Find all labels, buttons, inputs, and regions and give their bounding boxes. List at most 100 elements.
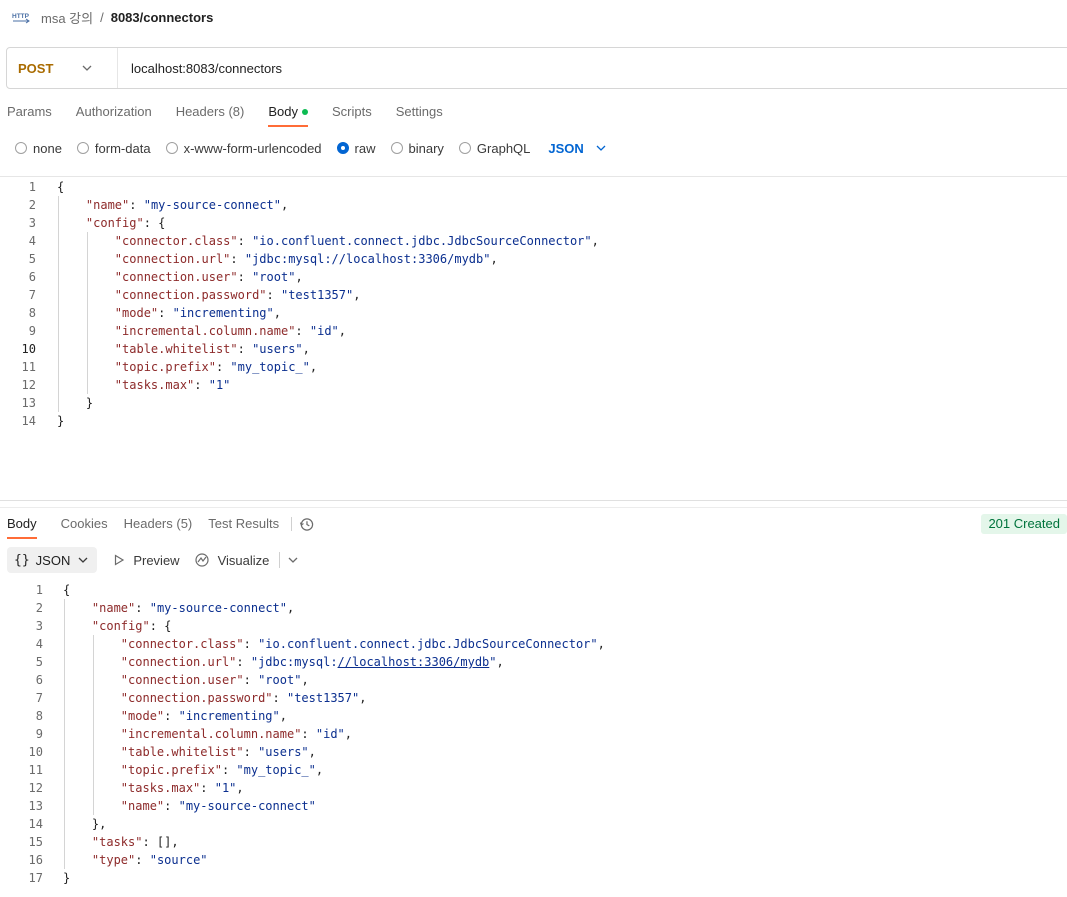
code-text: "connection.url": "jdbc:mysql://localhos… xyxy=(114,252,498,266)
line-number: 5 xyxy=(28,252,36,266)
tab-body[interactable]: Body xyxy=(268,97,308,127)
chevron-down-icon[interactable] xyxy=(286,553,300,567)
radio-x-www-form-urlencoded[interactable]: x-www-form-urlencoded xyxy=(165,140,322,156)
code-text: "connection.url": "jdbc:mysql://localhos… xyxy=(120,655,504,669)
code-line: 7 "connection.password": "test1357", xyxy=(0,286,1067,304)
request-url-bar: POST xyxy=(6,47,1067,89)
preview-button[interactable]: Preview xyxy=(113,553,180,568)
code-line: 10 "table.whitelist": "users", xyxy=(0,340,1067,358)
code-text: "connector.class": "io.confluent.connect… xyxy=(114,234,599,248)
code-text: "mode": "incrementing", xyxy=(120,709,287,723)
indent-guide xyxy=(87,232,88,394)
chevron-down-icon xyxy=(80,61,94,75)
radio-icon xyxy=(165,142,178,154)
code-text: "connection.user": "root", xyxy=(114,270,303,284)
radio-label: binary xyxy=(408,140,444,156)
tab-label: Cookies xyxy=(60,516,108,531)
code-text: }, xyxy=(63,817,107,831)
code-line: 9 "incremental.column.name": "id", xyxy=(0,725,1067,743)
method-select[interactable]: POST xyxy=(7,48,118,88)
play-icon xyxy=(115,554,125,566)
code-line: 14 }, xyxy=(0,815,1067,833)
response-body-viewer[interactable]: 1{2 "name": "my-source-connect", 3 "confi… xyxy=(0,581,1067,887)
radio-binary[interactable]: binary xyxy=(390,140,444,156)
breadcrumb-collection[interactable]: msa 강의 xyxy=(41,8,93,27)
line-number: 15 xyxy=(28,835,43,849)
tab-params[interactable]: Params xyxy=(7,97,52,127)
tab-count: (5) xyxy=(176,516,193,531)
line-number: 1 xyxy=(28,180,36,194)
code-line: 12 "tasks.max": "1" xyxy=(0,376,1067,394)
format-label: JSON xyxy=(35,552,71,568)
code-line: 9 "incremental.column.name": "id", xyxy=(0,322,1067,340)
code-text: { xyxy=(57,180,65,194)
breadcrumb-request-name[interactable]: 8083/connectors xyxy=(111,10,214,25)
indent-guide xyxy=(64,599,65,869)
tab-label: Params xyxy=(7,104,52,119)
radio-raw[interactable]: raw xyxy=(336,140,376,156)
radio-none[interactable]: none xyxy=(15,141,62,156)
tab-scripts[interactable]: Scripts xyxy=(332,97,372,127)
code-line: 12 "tasks.max": "1", xyxy=(0,779,1067,797)
indent-guide xyxy=(58,196,59,412)
code-line: 8 "mode": "incrementing", xyxy=(0,707,1067,725)
line-number: 7 xyxy=(28,288,36,302)
toolbar-separator xyxy=(279,552,281,568)
tab-settings[interactable]: Settings xyxy=(396,97,443,127)
code-text: "table.whitelist": "users", xyxy=(120,745,316,759)
svg-text:HTTP: HTTP xyxy=(12,13,30,20)
status-badge[interactable]: 201 Created xyxy=(981,514,1067,534)
language-select[interactable]: JSON xyxy=(548,141,607,156)
tab-response-headers[interactable]: Headers (5) xyxy=(124,509,193,539)
pane-divider-shadow xyxy=(0,507,1067,508)
code-text: "config": { xyxy=(91,619,172,633)
code-line: 13 } xyxy=(0,394,1067,412)
line-number: 10 xyxy=(28,745,43,759)
radio-label: raw xyxy=(354,140,376,156)
response-toolbar: {} JSON Preview Visualize xyxy=(7,547,300,573)
method-label: POST xyxy=(18,60,54,76)
tab-test-results[interactable]: Test Results xyxy=(208,509,279,539)
line-number: 14 xyxy=(21,414,36,428)
tab-label: Authorization xyxy=(75,104,152,119)
line-number: 6 xyxy=(28,270,36,284)
line-number: 6 xyxy=(35,673,43,687)
code-text: { xyxy=(63,583,71,597)
code-line: 4 "connector.class": "io.confluent.conne… xyxy=(0,635,1067,653)
line-number: 10 xyxy=(21,342,36,356)
format-select[interactable]: {} JSON xyxy=(7,547,98,573)
tab-label: Headers xyxy=(123,516,173,531)
radio-graphql[interactable]: GraphQL xyxy=(458,141,530,156)
line-number: 3 xyxy=(28,216,36,230)
tab-label: Headers xyxy=(175,104,225,119)
code-text: } xyxy=(57,396,94,410)
line-number: 12 xyxy=(21,378,36,392)
tab-headers[interactable]: Headers (8) xyxy=(176,97,245,127)
modified-dot-icon xyxy=(301,108,308,115)
visualize-button[interactable]: Visualize xyxy=(194,552,269,568)
code-text: "tasks.max": "1", xyxy=(120,781,244,795)
code-text: "incremental.column.name": "id", xyxy=(120,727,353,741)
radio-form-data[interactable]: form-data xyxy=(76,141,151,156)
url-input[interactable] xyxy=(118,48,1067,88)
radio-label: none xyxy=(33,140,62,156)
code-line: 6 "connection.user": "root", xyxy=(0,671,1067,689)
line-number: 1 xyxy=(35,583,43,597)
code-text: "connector.class": "io.confluent.connect… xyxy=(120,637,605,651)
radio-icon xyxy=(458,142,471,154)
radio-icon xyxy=(390,142,403,154)
code-text: } xyxy=(57,414,65,428)
tab-response-body[interactable]: Body xyxy=(7,509,37,539)
radio-label: x-www-form-urlencoded xyxy=(183,140,322,156)
request-body-editor[interactable]: 1{2 "name": "my-source-connect", 3 "confi… xyxy=(0,178,1067,430)
tab-label: Settings xyxy=(395,104,443,119)
radio-icon xyxy=(15,142,27,154)
radio-icon xyxy=(76,142,89,154)
line-number: 8 xyxy=(35,709,43,723)
line-number: 11 xyxy=(28,763,43,777)
pane-divider[interactable] xyxy=(0,500,1067,501)
history-icon[interactable] xyxy=(299,509,314,539)
tab-cookies[interactable]: Cookies xyxy=(61,509,108,539)
tab-authorization[interactable]: Authorization xyxy=(76,97,152,127)
line-number: 13 xyxy=(28,799,43,813)
